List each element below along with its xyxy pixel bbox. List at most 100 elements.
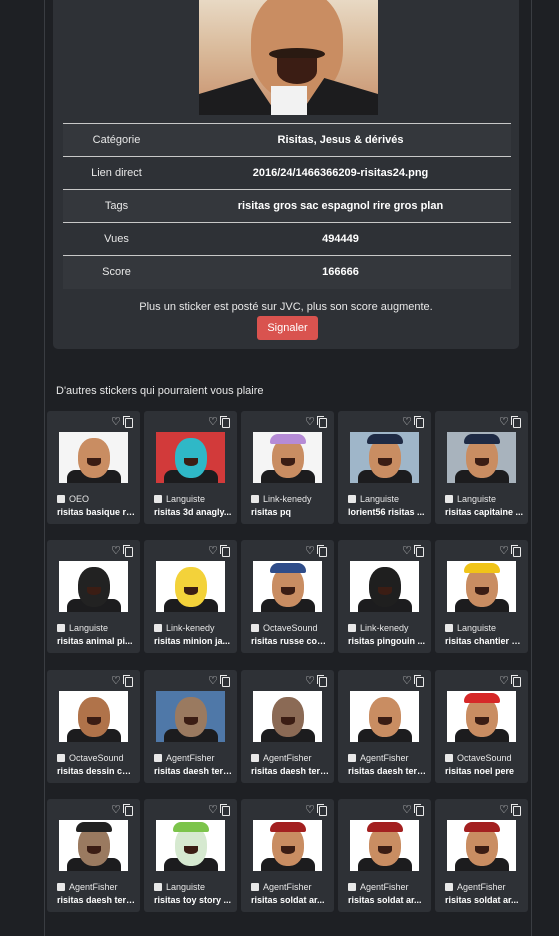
sticker-name[interactable]: risitas russe com... xyxy=(251,636,330,646)
sticker-tile[interactable]: ♡ AgentFisher risitas soldat ar... xyxy=(241,799,334,912)
sticker-name[interactable]: risitas daesh terr... xyxy=(57,895,136,905)
copy-icon[interactable] xyxy=(220,416,230,428)
sticker-tile[interactable]: ♡ AgentFisher risitas daesh terr... xyxy=(144,670,237,783)
sticker-tile[interactable]: ♡ Languiste risitas toy story ... xyxy=(144,799,237,912)
copy-icon[interactable] xyxy=(123,416,133,428)
sticker-thumbnail[interactable] xyxy=(447,561,516,612)
sticker-author[interactable]: AgentFisher xyxy=(445,882,506,892)
sticker-tile[interactable]: ♡ AgentFisher risitas daesh terr... xyxy=(241,670,334,783)
heart-icon[interactable]: ♡ xyxy=(499,417,509,428)
sticker-author[interactable]: Link-kenedy xyxy=(251,494,312,504)
report-button[interactable]: Signaler xyxy=(257,316,318,340)
sticker-thumbnail[interactable] xyxy=(447,691,516,742)
copy-icon[interactable] xyxy=(220,675,230,687)
sticker-thumbnail[interactable] xyxy=(59,820,128,871)
heart-icon[interactable]: ♡ xyxy=(499,805,509,816)
heart-icon[interactable]: ♡ xyxy=(208,805,218,816)
sticker-author[interactable]: OEO xyxy=(57,494,89,504)
info-value[interactable]: 2016/24/1466366209-risitas24.png xyxy=(170,157,511,190)
sticker-name[interactable]: risitas basique ri... xyxy=(57,507,136,517)
copy-icon[interactable] xyxy=(414,675,424,687)
heart-icon[interactable]: ♡ xyxy=(208,546,218,557)
heart-icon[interactable]: ♡ xyxy=(402,676,412,687)
sticker-name[interactable]: risitas daesh terr... xyxy=(154,766,233,776)
sticker-name[interactable]: risitas chantier c... xyxy=(445,636,524,646)
copy-icon[interactable] xyxy=(317,675,327,687)
sticker-author[interactable]: AgentFisher xyxy=(348,882,409,892)
copy-icon[interactable] xyxy=(317,545,327,557)
heart-icon[interactable]: ♡ xyxy=(305,546,315,557)
heart-icon[interactable]: ♡ xyxy=(111,546,121,557)
sticker-thumbnail[interactable] xyxy=(59,432,128,483)
heart-icon[interactable]: ♡ xyxy=(208,676,218,687)
sticker-tile[interactable]: ♡ OEO risitas basique ri... xyxy=(47,411,140,524)
copy-icon[interactable] xyxy=(511,545,521,557)
sticker-thumbnail[interactable] xyxy=(156,820,225,871)
copy-icon[interactable] xyxy=(317,804,327,816)
copy-icon[interactable] xyxy=(414,545,424,557)
sticker-name[interactable]: risitas soldat ar... xyxy=(251,895,330,905)
sticker-tile[interactable]: ♡ OctaveSound risitas noel pere xyxy=(435,670,528,783)
sticker-name[interactable]: risitas soldat ar... xyxy=(348,895,427,905)
sticker-thumbnail[interactable] xyxy=(253,561,322,612)
copy-icon[interactable] xyxy=(414,804,424,816)
sticker-name[interactable]: risitas soldat ar... xyxy=(445,895,524,905)
sticker-tile[interactable]: ♡ OctaveSound risitas dessin car... xyxy=(47,670,140,783)
copy-icon[interactable] xyxy=(511,675,521,687)
heart-icon[interactable]: ♡ xyxy=(111,676,121,687)
heart-icon[interactable]: ♡ xyxy=(305,417,315,428)
sticker-name[interactable]: risitas daesh terr... xyxy=(251,766,330,776)
sticker-author[interactable]: Languiste xyxy=(154,882,205,892)
sticker-tile[interactable]: ♡ Languiste risitas 3d anagly... xyxy=(144,411,237,524)
sticker-thumbnail[interactable] xyxy=(156,691,225,742)
heart-icon[interactable]: ♡ xyxy=(402,546,412,557)
sticker-author[interactable]: OctaveSound xyxy=(445,753,512,763)
sticker-name[interactable]: risitas capitaine ... xyxy=(445,507,524,517)
sticker-thumbnail[interactable] xyxy=(156,561,225,612)
sticker-thumbnail[interactable] xyxy=(253,691,322,742)
sticker-name[interactable]: risitas dessin car... xyxy=(57,766,136,776)
sticker-name[interactable]: risitas pingouin ... xyxy=(348,636,427,646)
info-value[interactable]: Risitas, Jesus & dérivés xyxy=(170,124,511,157)
sticker-author[interactable]: AgentFisher xyxy=(154,753,215,763)
sticker-author[interactable]: Link-kenedy xyxy=(348,623,409,633)
copy-icon[interactable] xyxy=(220,804,230,816)
heart-icon[interactable]: ♡ xyxy=(305,676,315,687)
sticker-name[interactable]: risitas daesh terr... xyxy=(348,766,427,776)
heart-icon[interactable]: ♡ xyxy=(305,805,315,816)
sticker-author[interactable]: AgentFisher xyxy=(251,882,312,892)
sticker-tile[interactable]: ♡ AgentFisher risitas soldat ar... xyxy=(435,799,528,912)
sticker-author[interactable]: Languiste xyxy=(154,494,205,504)
sticker-tile[interactable]: ♡ Link-kenedy risitas pq xyxy=(241,411,334,524)
sticker-author[interactable]: OctaveSound xyxy=(251,623,318,633)
copy-icon[interactable] xyxy=(123,675,133,687)
heart-icon[interactable]: ♡ xyxy=(499,546,509,557)
copy-icon[interactable] xyxy=(123,545,133,557)
sticker-thumbnail[interactable] xyxy=(156,432,225,483)
sticker-thumbnail[interactable] xyxy=(350,691,419,742)
sticker-tile[interactable]: ♡ AgentFisher risitas daesh terr... xyxy=(47,799,140,912)
copy-icon[interactable] xyxy=(317,416,327,428)
sticker-thumbnail[interactable] xyxy=(447,432,516,483)
copy-icon[interactable] xyxy=(123,804,133,816)
sticker-tile[interactable]: ♡ OctaveSound risitas russe com... xyxy=(241,540,334,653)
sticker-thumbnail[interactable] xyxy=(350,561,419,612)
heart-icon[interactable]: ♡ xyxy=(402,417,412,428)
sticker-author[interactable]: AgentFisher xyxy=(348,753,409,763)
sticker-name[interactable]: risitas noel pere xyxy=(445,766,524,776)
sticker-author[interactable]: Languiste xyxy=(348,494,399,504)
sticker-author[interactable]: Languiste xyxy=(445,494,496,504)
heart-icon[interactable]: ♡ xyxy=(499,676,509,687)
sticker-author[interactable]: AgentFisher xyxy=(251,753,312,763)
copy-icon[interactable] xyxy=(511,804,521,816)
sticker-tile[interactable]: ♡ Languiste risitas capitaine ... xyxy=(435,411,528,524)
copy-icon[interactable] xyxy=(414,416,424,428)
sticker-thumbnail[interactable] xyxy=(350,432,419,483)
sticker-tile[interactable]: ♡ Languiste lorient56 risitas ... xyxy=(338,411,431,524)
sticker-author[interactable]: Languiste xyxy=(445,623,496,633)
sticker-tile[interactable]: ♡ Languiste risitas animal pi... xyxy=(47,540,140,653)
sticker-name[interactable]: risitas toy story ... xyxy=(154,895,233,905)
sticker-tile[interactable]: ♡ Link-kenedy risitas minion ja... xyxy=(144,540,237,653)
copy-icon[interactable] xyxy=(511,416,521,428)
heart-icon[interactable]: ♡ xyxy=(402,805,412,816)
